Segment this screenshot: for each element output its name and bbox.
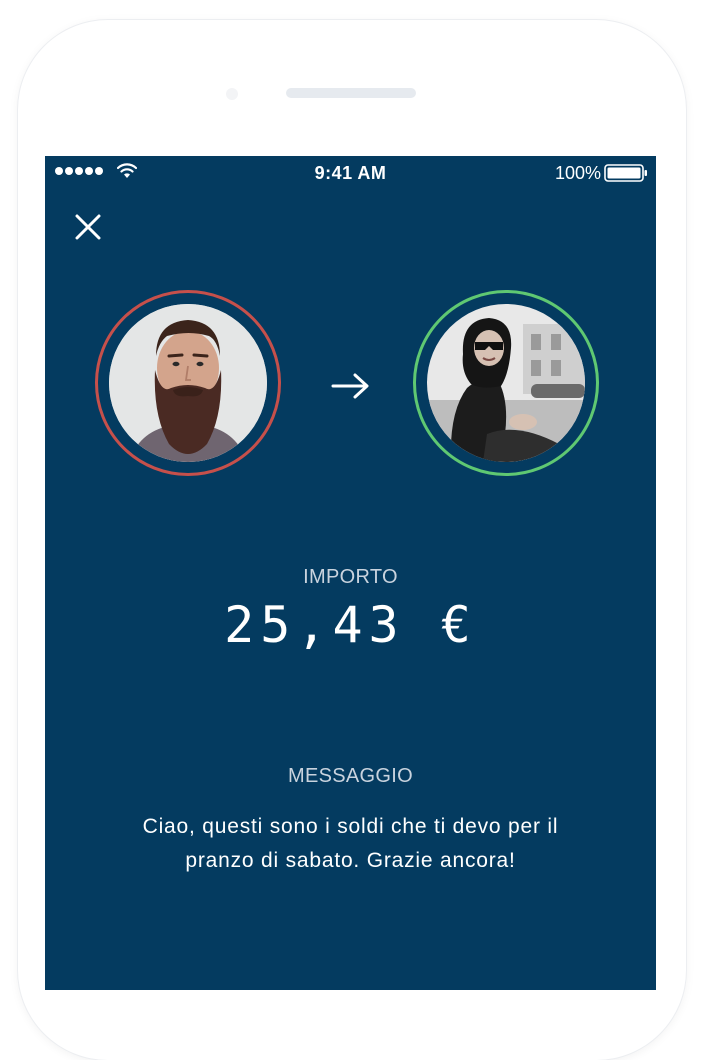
arrow-right-icon <box>331 373 369 399</box>
close-button[interactable] <box>71 210 105 244</box>
amount-label: IMPORTO <box>303 566 398 588</box>
earpiece-speaker <box>286 88 416 98</box>
battery-icon <box>604 164 647 182</box>
message-text: Ciao, questi sono i soldi che ti devo pe… <box>142 815 559 872</box>
sender-avatar <box>95 290 281 476</box>
recipient-avatar <box>413 290 599 476</box>
message-label: MESSAGGIO <box>288 765 413 787</box>
battery-percentage: 100% <box>554 163 601 183</box>
amount-value: 25,43 € <box>224 596 477 654</box>
front-camera <box>226 88 238 100</box>
recipient-photo <box>427 304 585 462</box>
close-icon <box>75 214 101 240</box>
status-bar: 9:41 AM 100% <box>45 156 656 190</box>
payment-screen: 9:41 AM 100% IMPORTO 25,43 € MESSAGGIO C… <box>45 156 656 990</box>
sender-photo <box>109 304 267 462</box>
